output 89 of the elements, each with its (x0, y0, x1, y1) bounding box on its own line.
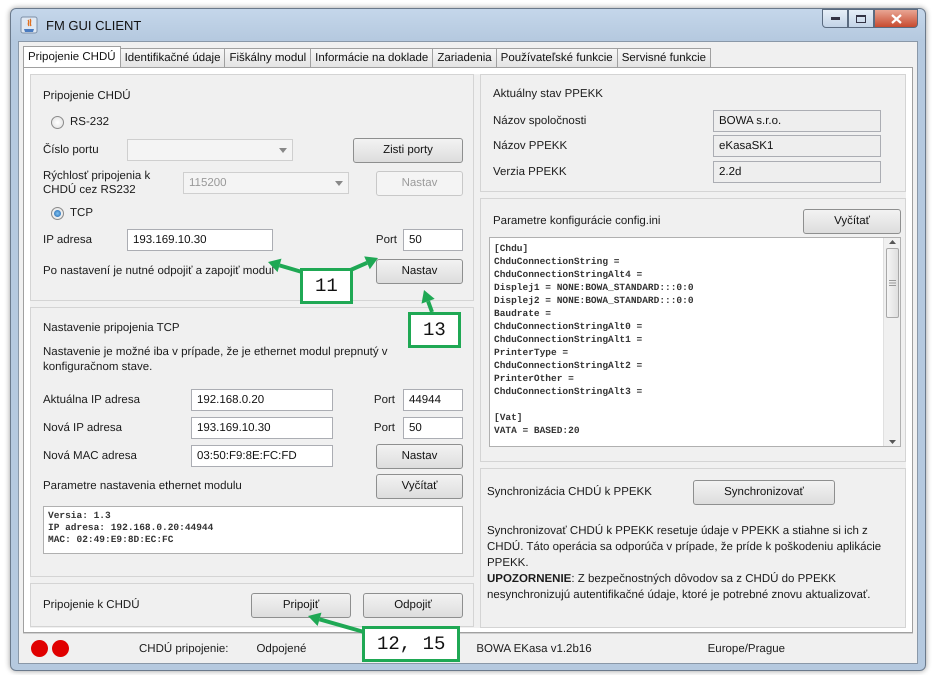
field-label: Nová MAC adresa (43, 449, 138, 463)
config-line: [Vat] (494, 411, 524, 424)
field-label: Rýchlosť pripojenia k CHDÚ cez RS232 (43, 169, 152, 197)
dropdown-arrow-icon (279, 148, 287, 152)
port-field[interactable]: 44944 (403, 389, 463, 411)
connect-button[interactable]: Pripojiť (251, 592, 351, 618)
port-field[interactable]: 50 (403, 229, 463, 251)
description-text: Synchronizovať CHDÚ k PPEKK resetuje údaje v PPEKK a stiahne si ich z CHDÚ. Táto operácia sa odporúča v prípade, že príde k poškodeniu aplikácie PPEKK. (487, 523, 882, 571)
group-title: Nastavenie pripojenia TCP (43, 320, 180, 336)
group-title: Pripojenie k CHDÚ (43, 598, 140, 612)
synchronize-button[interactable]: Synchronizovať (693, 480, 835, 504)
radio-button[interactable] (51, 116, 64, 128)
group-title: Pripojenie CHDÚ (43, 88, 131, 104)
field-label: Port (374, 393, 395, 407)
address-field[interactable]: 192.168.0.20 (191, 389, 333, 411)
address-field[interactable]: 03:50:F9:8E:FC:FD (191, 445, 333, 467)
field-label: Číslo portu (43, 143, 100, 157)
maximize-button[interactable] (848, 9, 874, 28)
config-line: [Chdu] (494, 242, 530, 255)
close-button[interactable] (874, 9, 918, 28)
radio-label: TCP (70, 206, 93, 220)
field-label: Verzia PPEKK (493, 165, 568, 180)
callout-label: 11 (300, 268, 353, 304)
scroll-down-icon[interactable] (888, 440, 896, 444)
callout-label: 13 (408, 312, 461, 348)
minimize-icon (830, 17, 840, 20)
field-label: IP adresa (43, 233, 94, 247)
readonly-field: 2.2d (713, 161, 881, 184)
group-title: Parametre konfigurácie config.ini (493, 214, 660, 228)
config-line: PrinterType = (494, 346, 570, 359)
tab[interactable]: Servisné funkcie (616, 48, 712, 67)
app-icon (20, 16, 38, 34)
address-field[interactable]: 193.169.10.30 (191, 417, 333, 439)
tab[interactable]: Fiškálny modul (224, 48, 312, 67)
close-icon (890, 14, 902, 24)
config-line: PrinterOther = (494, 372, 575, 385)
field-label: Názov PPEKK (493, 139, 568, 154)
disconnect-button[interactable]: Odpojiť (363, 592, 463, 618)
radio-button[interactable] (51, 206, 64, 220)
group-title: Aktuálny stav PPEKK (493, 86, 603, 102)
callout-label: 12, 15 (362, 626, 460, 662)
note-text: Po nastavení je nutné odpojiť a zapojiť modul (43, 264, 274, 278)
config-line: ChduConnectionStringAlt3 = (494, 385, 644, 398)
field-label: Aktuálna IP adresa (43, 393, 141, 407)
ip-address-field[interactable]: 193.169.10.30 (127, 229, 273, 251)
detect-ports-button[interactable]: Zisti porty (353, 138, 463, 162)
timezone-text: Europe/Prague (708, 642, 786, 654)
window-title: FM GUI CLIENT (46, 18, 142, 32)
set-button[interactable]: Nastav (376, 258, 463, 284)
field-label: Port (374, 421, 395, 435)
description-text: Nastavenie je možné iba v prípade, že je ethernet modul prepnutý v konfiguračnom stave. (43, 345, 389, 375)
config-line: Baudrate = (494, 307, 552, 320)
port-field[interactable]: 50 (403, 417, 463, 439)
maximize-icon (856, 14, 866, 22)
readonly-field: BOWA s.r.o. (713, 110, 881, 132)
readonly-field: eKasaSK1 (713, 135, 881, 158)
config-line: VATA = BASED:20 (494, 424, 581, 437)
callout-arrow (422, 290, 435, 313)
description-text: UPOZORNENIE: Z bezpečnostných dôvodov sa z CHDÚ do PPEKK nesynchronizujú autentifikačné údaje, ktoré je potrebné znovu aktualizovať. (487, 571, 872, 603)
tab[interactable]: Identifikačné údaje (120, 48, 226, 67)
field-label: Názov spoločnosti (493, 114, 588, 128)
callout-arrow (308, 612, 365, 634)
config-line: Displej2 = NONE:BOWA_STANDARD:::0:0 (494, 294, 695, 307)
config-line: ChduConnectionStringAlt2 = (494, 359, 644, 372)
config-line: ChduConnectionString = (494, 255, 620, 268)
config-line: Displej1 = NONE:BOWA_STANDARD:::0:0 (494, 281, 695, 294)
output-area: Versia: 1.3 IP adresa: 192.168.0.20:44944 MAC: 02:49:E9:8D:EC:FC (43, 506, 463, 554)
version-text: BOWA EKasa v1.2b16 (476, 642, 592, 654)
config-line: ChduConnectionStringAlt0 = (494, 320, 644, 333)
radio-label: RS-232 (70, 114, 109, 130)
tab[interactable]: Pripojenie CHDÚ (23, 46, 121, 67)
set-button[interactable]: Nastav (376, 444, 463, 468)
field-label: Port (376, 233, 397, 247)
tab[interactable]: Informácie na doklade (310, 48, 434, 67)
read-button[interactable]: Vyčítať (803, 208, 901, 234)
minimize-button[interactable] (822, 9, 848, 28)
status-value: Odpojené (256, 642, 306, 654)
config-line: ChduConnectionStringAlt4 = (494, 268, 644, 281)
grip-icon (888, 280, 896, 286)
scroll-up-icon[interactable] (888, 240, 896, 244)
field-label: Parametre nastavenia ethernet modulu (43, 478, 242, 494)
tab[interactable]: Zariadenia (432, 48, 497, 67)
group-title: Synchronizácia CHDÚ k PPEKK (487, 484, 653, 500)
config-line: ChduConnectionStringAlt1 = (494, 333, 644, 346)
read-button[interactable]: Vyčítať (376, 474, 463, 498)
dropdown-arrow-icon (335, 180, 343, 186)
field-label: Nová IP adresa (43, 421, 124, 435)
tab[interactable]: Používateľské funkcie (496, 48, 618, 67)
status-label: CHDÚ pripojenie: (139, 642, 228, 654)
